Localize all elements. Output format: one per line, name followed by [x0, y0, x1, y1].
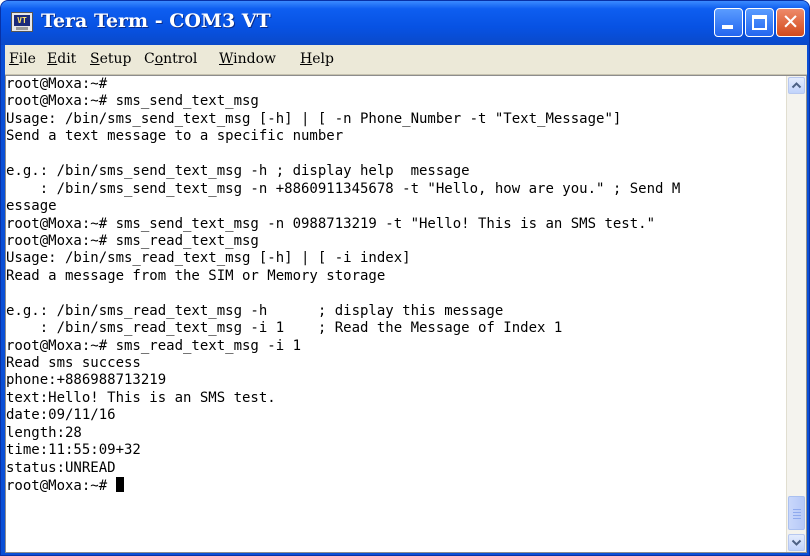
terminal-line: : /bin/sms_send_text_msg -n +88609113456… [6, 180, 681, 197]
menu-file-rest: ile [18, 51, 36, 67]
menu-help-accel: H [300, 51, 313, 67]
menu-edit[interactable]: Edit [47, 51, 76, 67]
vertical-scrollbar[interactable] [786, 76, 806, 552]
thumb-grip-line [793, 515, 801, 516]
close-icon: ✕ [781, 10, 800, 34]
terminal-prompt: root@Moxa:~# [6, 478, 116, 495]
scroll-thumb[interactable] [788, 496, 805, 530]
terminal-line: phone:+886988713219 [6, 372, 167, 389]
terminal-line: : /bin/sms_read_text_msg -i 1 ; Read the… [6, 320, 563, 337]
menu-window-rest: indow [233, 51, 277, 67]
terminal-line: Usage: /bin/sms_send_text_msg [-h] | [ -… [6, 110, 622, 127]
maximize-button[interactable] [745, 8, 774, 37]
teraterm-window: VT Tera Term - COM3 VT ✕ File Edit Setup… [0, 0, 810, 556]
thumb-grip-line [793, 512, 801, 513]
teraterm-app-icon[interactable]: VT [11, 12, 33, 32]
menu-control-pre: C [144, 51, 155, 67]
menu-setup-rest: etup [99, 51, 132, 67]
terminal-line: essage [6, 198, 57, 215]
minimize-button[interactable] [714, 8, 743, 37]
maximize-icon [752, 15, 767, 30]
minimize-icon [722, 25, 733, 29]
terminal-line: text:Hello! This is an SMS test. [6, 389, 276, 406]
terminal-line: Usage: /bin/sms_read_text_msg [-h] | [ -… [6, 250, 411, 267]
menu-window-accel: W [219, 51, 234, 67]
menu-bar: File Edit Setup Control Window Help [5, 45, 807, 75]
menu-window[interactable]: Window [219, 51, 276, 67]
title-bar[interactable]: VT Tera Term - COM3 VT ✕ [1, 1, 809, 45]
terminal-line: time:11:55:09+32 [6, 442, 141, 459]
menu-control-accel: o [154, 51, 164, 67]
menu-help[interactable]: Help [300, 51, 334, 67]
terminal-client: root@Moxa:~# root@Moxa:~# sms_send_text_… [5, 75, 807, 553]
menu-control-rest: ntrol [163, 51, 198, 67]
chevron-up-icon [791, 82, 802, 89]
menu-edit-accel: E [47, 51, 58, 67]
terminal-line: root@Moxa:~# sms_read_text_msg -i 1 [6, 337, 302, 354]
terminal-line: status:UNREAD [6, 459, 116, 476]
terminal-prompt-line: root@Moxa:~# [6, 477, 786, 494]
terminal-line: Read sms success [6, 355, 141, 371]
terminal-line: length:28 [6, 424, 82, 441]
thumb-grip-line [793, 509, 801, 510]
thumb-grip-line [793, 518, 801, 519]
menu-setup-accel: S [90, 51, 100, 67]
terminal-line: root@Moxa:~# [6, 76, 108, 92]
app-icon-base [16, 27, 28, 30]
menu-file-accel: F [9, 51, 19, 67]
terminal-line: Read a message from the SIM or Memory st… [6, 267, 386, 284]
terminal-output[interactable]: root@Moxa:~# root@Moxa:~# sms_send_text_… [6, 76, 786, 552]
scroll-up-button[interactable] [788, 77, 805, 94]
terminal-line: root@Moxa:~# sms_send_text_msg [6, 93, 259, 110]
menu-control[interactable]: Control [144, 51, 197, 67]
menu-setup[interactable]: Setup [90, 51, 131, 67]
text-cursor [115, 477, 124, 493]
scroll-down-button[interactable] [788, 534, 805, 551]
close-button[interactable]: ✕ [776, 8, 805, 37]
menu-help-rest: elp [312, 51, 334, 67]
app-icon-screen: VT [14, 15, 30, 26]
terminal-line: Send a text message to a specific number [6, 128, 344, 145]
terminal-line: date:09/11/16 [6, 407, 116, 424]
terminal-line: e.g.: /bin/sms_read_text_msg -h ; displa… [6, 302, 504, 319]
terminal-line: root@Moxa:~# sms_read_text_msg [6, 232, 259, 249]
chevron-down-icon [791, 539, 802, 546]
terminal-line: e.g.: /bin/sms_send_text_msg -h ; displa… [6, 163, 470, 180]
terminal-line: root@Moxa:~# sms_send_text_msg -n 098871… [6, 215, 656, 232]
menu-file[interactable]: File [9, 51, 36, 67]
menu-edit-rest: dit [57, 51, 77, 67]
window-title: Tera Term - COM3 VT [41, 10, 271, 32]
